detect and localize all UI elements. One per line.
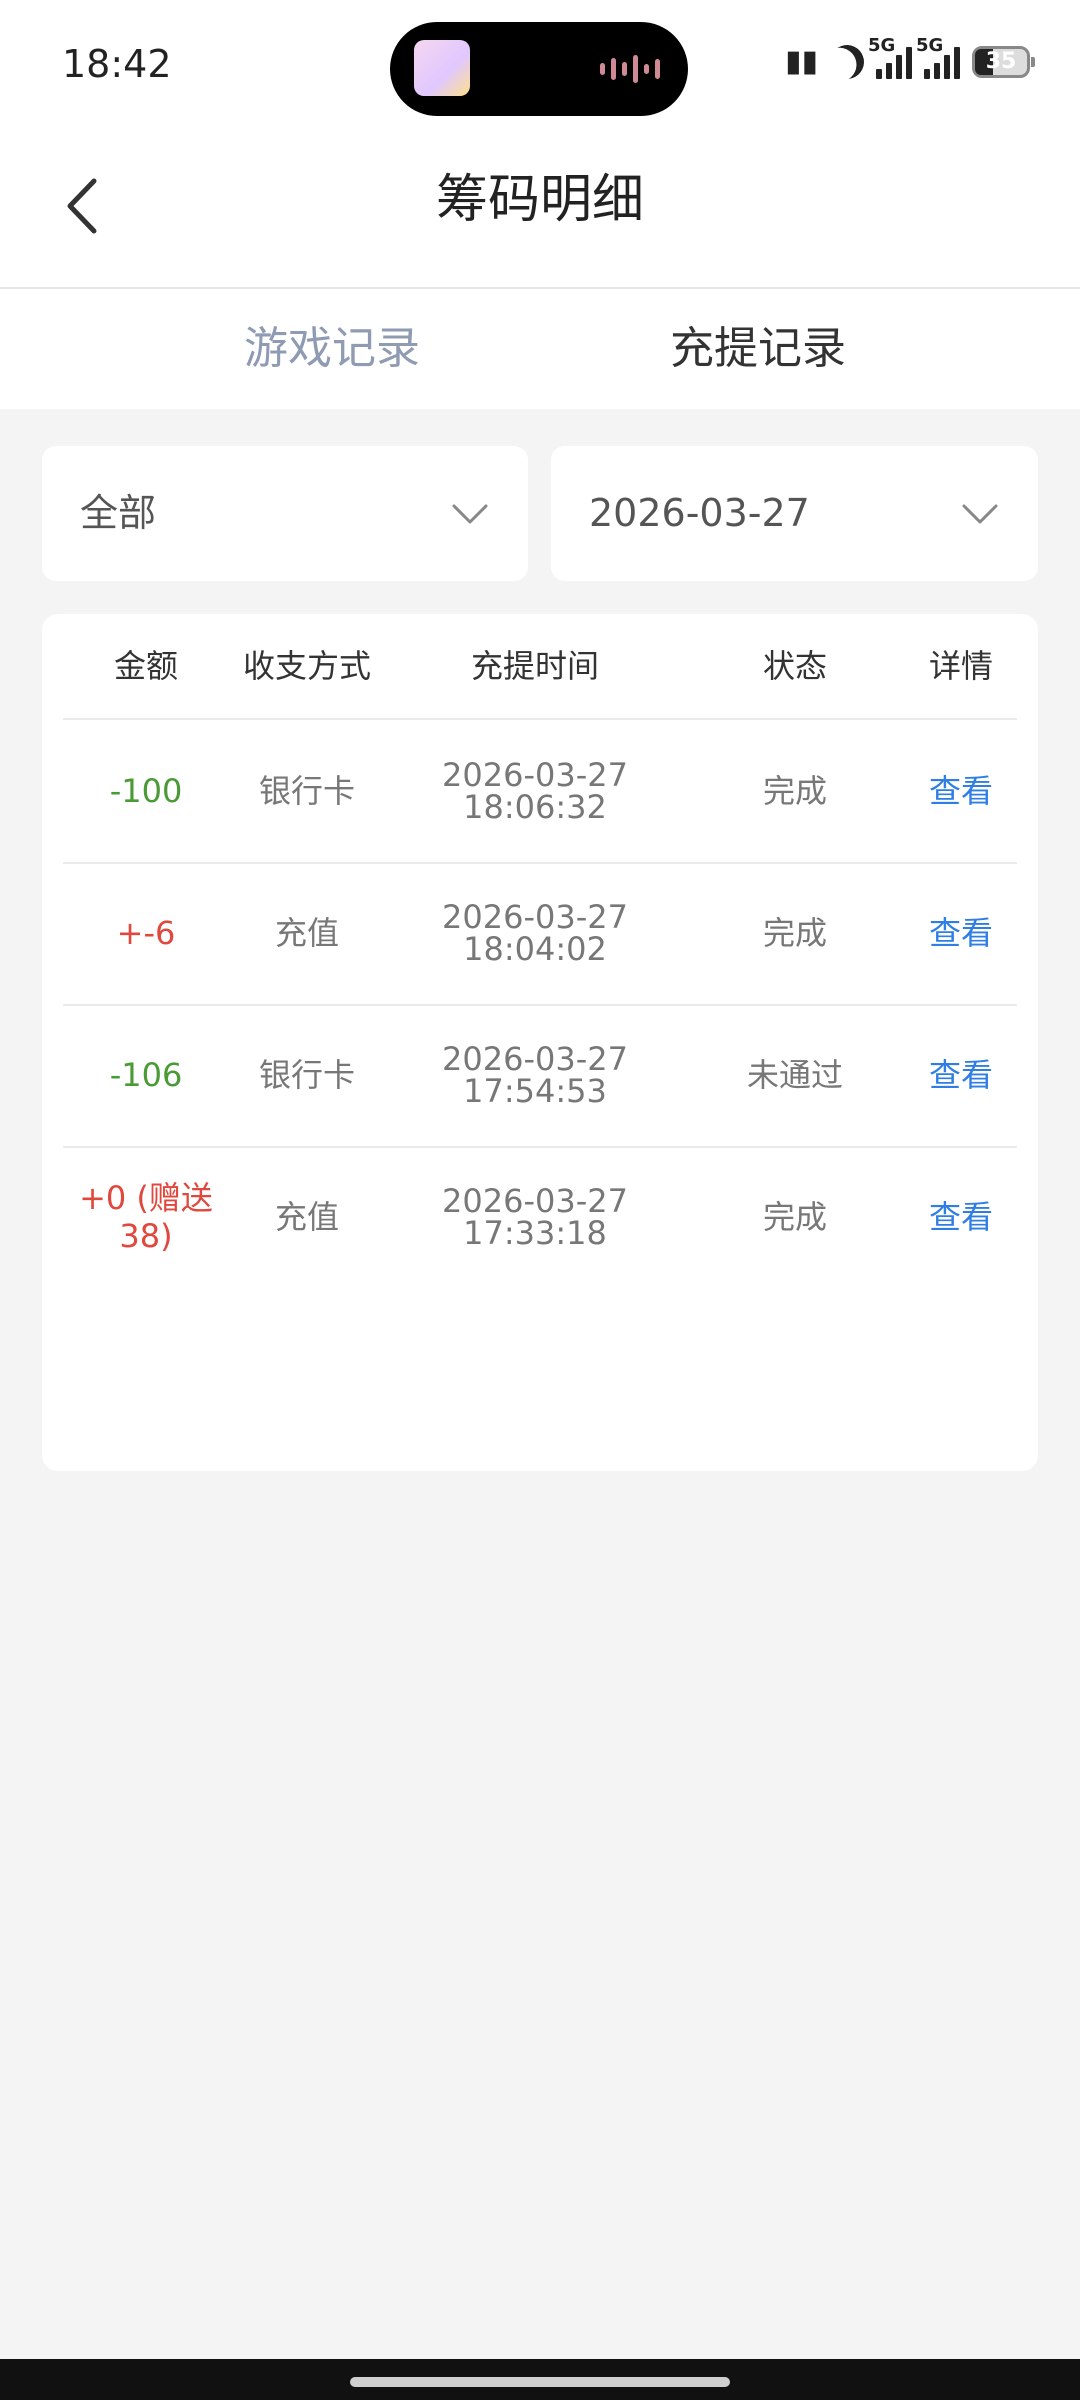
nav-bar: 筹码明细 bbox=[0, 135, 1080, 289]
time-text: 17:33:18 bbox=[463, 1214, 607, 1252]
table-row: -100 银行卡 2026-03-27 18:06:32 完成 查看 bbox=[63, 720, 1017, 864]
view-detail-link[interactable]: 查看 bbox=[905, 720, 1017, 862]
view-detail-link[interactable]: 查看 bbox=[905, 862, 1017, 1004]
date-filter-value: 2026-03-27 bbox=[589, 491, 810, 535]
chevron-down-icon bbox=[962, 504, 998, 524]
chevron-down-icon bbox=[452, 504, 488, 524]
amount-cell: +-6 bbox=[116, 914, 176, 952]
view-detail-link[interactable]: 查看 bbox=[905, 1004, 1017, 1146]
battery-icon: 35 bbox=[972, 45, 1035, 78]
time-text: 18:04:02 bbox=[463, 930, 607, 968]
column-detail: 详情 bbox=[928, 647, 993, 685]
earbuds-icon: ▮▮ bbox=[784, 44, 818, 79]
tab-deposit-withdraw-records[interactable]: 充提记录 bbox=[670, 289, 846, 409]
time-cell: 2026-03-27 17:33:18 bbox=[385, 1146, 685, 1288]
table-row: -106 银行卡 2026-03-27 17:54:53 未通过 查看 bbox=[63, 1004, 1017, 1148]
column-status: 状态 bbox=[762, 647, 827, 685]
method-cell: 充值 bbox=[274, 1198, 339, 1236]
time-text: 18:06:32 bbox=[463, 788, 607, 826]
status-time: 18:42 bbox=[62, 42, 172, 86]
network-type-1: 5G bbox=[868, 34, 896, 56]
tab-bar: 游戏记录 充提记录 bbox=[0, 289, 1080, 409]
method-cell: 充值 bbox=[274, 914, 339, 952]
method-cell: 银行卡 bbox=[258, 772, 355, 810]
status-cell: 未通过 bbox=[746, 1056, 843, 1094]
column-time: 充提时间 bbox=[470, 647, 599, 685]
time-cell: 2026-03-27 18:06:32 bbox=[385, 720, 685, 862]
status-cell: 完成 bbox=[762, 1198, 827, 1236]
audio-wave-icon bbox=[600, 54, 660, 84]
date-filter-dropdown[interactable]: 2026-03-27 bbox=[551, 446, 1038, 581]
signal-icon-1: 5G bbox=[868, 35, 912, 79]
dynamic-island[interactable] bbox=[390, 22, 688, 116]
network-type-2: 5G bbox=[916, 34, 944, 56]
table-row: +0 (赠送38) 充值 2026-03-27 17:33:18 完成 查看 bbox=[63, 1146, 1017, 1288]
status-cell: 完成 bbox=[762, 914, 827, 952]
column-method: 收支方式 bbox=[242, 647, 371, 685]
now-playing-artwork bbox=[414, 40, 470, 96]
status-cell: 完成 bbox=[762, 772, 827, 810]
date-text: 2026-03-27 bbox=[442, 1040, 628, 1078]
column-amount: 金额 bbox=[113, 647, 178, 685]
type-filter-value: 全部 bbox=[80, 491, 157, 535]
view-detail-link[interactable]: 查看 bbox=[905, 1146, 1017, 1288]
time-cell: 2026-03-27 17:54:53 bbox=[385, 1004, 685, 1146]
date-text: 2026-03-27 bbox=[442, 1182, 628, 1220]
date-text: 2026-03-27 bbox=[442, 756, 628, 794]
amount-cell: +0 (赠送38) bbox=[63, 1146, 229, 1288]
page-title: 筹码明细 bbox=[435, 170, 644, 230]
signal-icon-2: 5G bbox=[916, 35, 960, 79]
time-cell: 2026-03-27 18:04:02 bbox=[385, 862, 685, 1004]
status-icons: ▮▮ 5G 5G 35 bbox=[784, 35, 1035, 79]
method-cell: 银行卡 bbox=[258, 1056, 355, 1094]
time-text: 17:54:53 bbox=[463, 1072, 607, 1110]
table-header: 金额 收支方式 充提时间 状态 详情 bbox=[63, 614, 1017, 720]
type-filter-dropdown[interactable]: 全部 bbox=[42, 446, 528, 581]
battery-level: 35 bbox=[985, 48, 1017, 74]
date-text: 2026-03-27 bbox=[442, 898, 628, 936]
amount-cell: -100 bbox=[109, 772, 183, 810]
table-row: +-6 充值 2026-03-27 18:04:02 完成 查看 bbox=[63, 862, 1017, 1006]
do-not-disturb-icon bbox=[825, 40, 869, 84]
records-table: 金额 收支方式 充提时间 状态 详情 -100 银行卡 2026-03-27 1… bbox=[42, 614, 1038, 1471]
home-indicator[interactable] bbox=[350, 2377, 730, 2387]
tab-game-records[interactable]: 游戏记录 bbox=[244, 289, 420, 409]
amount-cell: -106 bbox=[109, 1056, 183, 1094]
amount-text: +0 (赠送38) bbox=[79, 1178, 213, 1255]
status-bar: 18:42 ▮▮ 5G 5G 35 bbox=[0, 0, 1080, 135]
